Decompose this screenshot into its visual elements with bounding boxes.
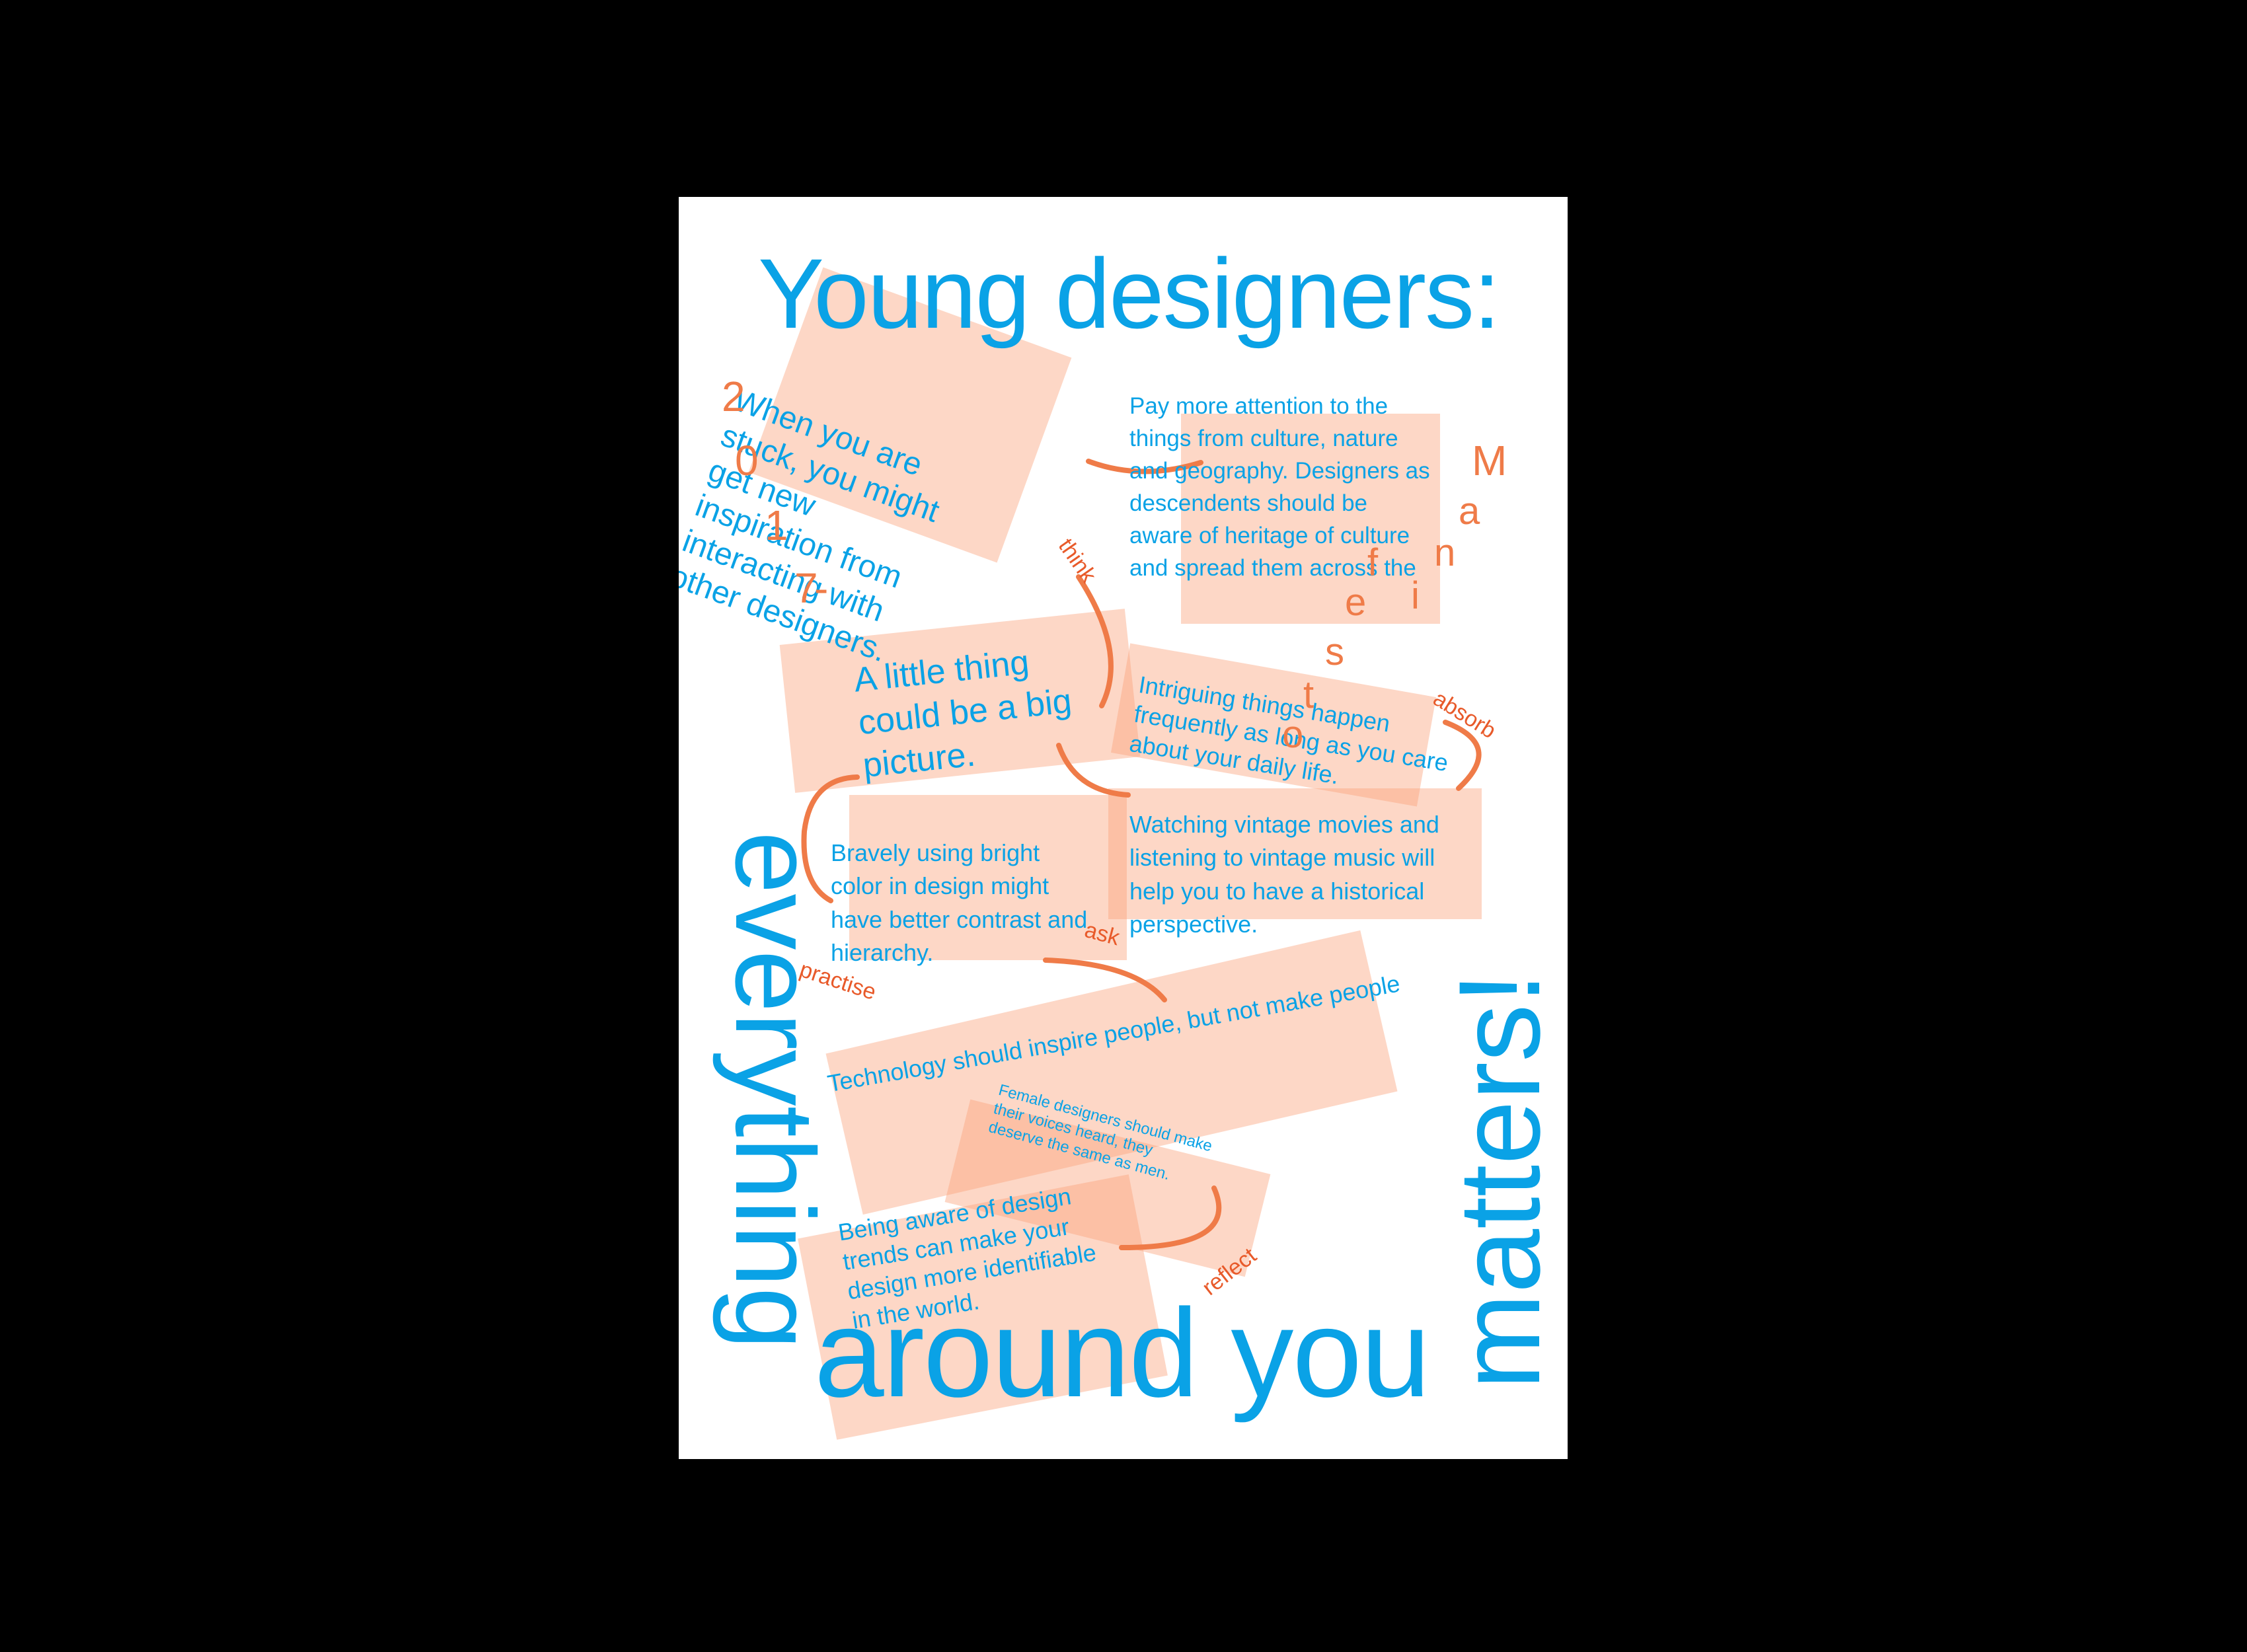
year-char: 1	[765, 502, 788, 549]
manifesto-char: i	[1411, 574, 1420, 617]
verb-think: think	[1053, 534, 1102, 587]
manifesto-char: e	[1345, 581, 1367, 624]
block-culture: Pay more attention to the things from cu…	[1129, 393, 1430, 581]
block-vintage: Watching vintage movies and listening to…	[1129, 811, 1439, 938]
side-word-everything: everything	[712, 831, 837, 1350]
year-char: 2	[722, 373, 745, 420]
manifesto-char: M	[1472, 437, 1507, 484]
manifesto-char: n	[1434, 531, 1456, 574]
block-bright: Bravely using bright color in design mig…	[831, 839, 1088, 967]
block-little: A little thing could be a big picture.	[852, 643, 1074, 785]
manifesto-char: o	[1282, 713, 1304, 756]
bottom-word-around-you: around you	[814, 1283, 1431, 1423]
manifesto-char: a	[1459, 490, 1480, 533]
manifesto-char: s	[1325, 630, 1344, 673]
poster: Young designers: When you are stuck, you…	[679, 197, 1568, 1459]
year-char: 0	[735, 437, 759, 484]
side-word-matters: matters!	[1435, 971, 1564, 1390]
manifesto-char: f	[1367, 541, 1379, 584]
manifesto-char: t	[1303, 673, 1314, 716]
poster-title: Young designers:	[758, 238, 1501, 349]
year-char: -	[814, 564, 829, 612]
